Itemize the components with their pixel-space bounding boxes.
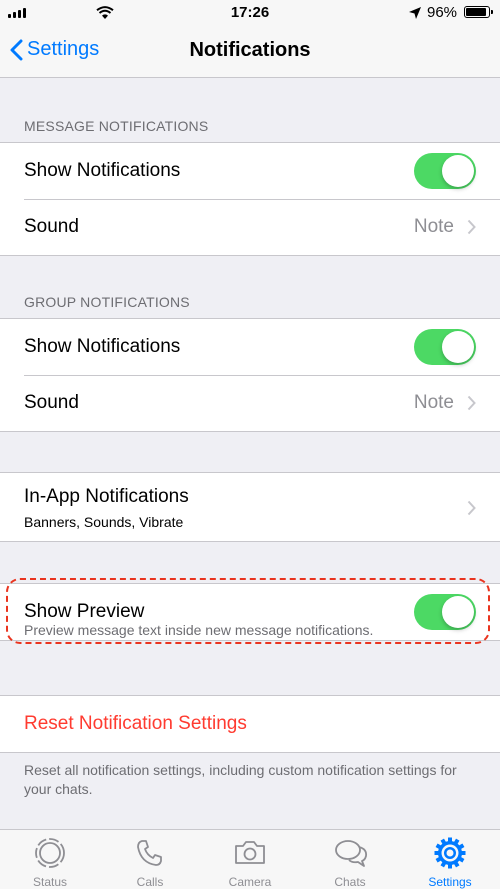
row-label: Sound — [24, 216, 79, 237]
row-subtitle: Banners, Sounds, Vibrate — [24, 514, 184, 530]
group-notifications-group: Show Notifications Sound Note — [0, 318, 500, 432]
phone-icon — [137, 840, 162, 866]
group-show-notifications-toggle[interactable] — [414, 329, 476, 365]
message-notifications-group: Show Notifications Sound Note — [0, 142, 500, 256]
message-show-notifications-row: Show Notifications — [0, 143, 500, 199]
in-app-notifications-row[interactable]: In-App Notifications Banners, Sounds, Vi… — [0, 473, 500, 541]
battery-percentage: 96% — [427, 4, 458, 21]
row-label: Sound — [24, 392, 79, 413]
gear-icon — [434, 837, 466, 869]
toggle-knob — [442, 155, 474, 187]
row-label: In-App Notifications — [24, 486, 189, 507]
section-header-message-notifications: MESSAGE NOTIFICATIONS — [24, 118, 209, 134]
reset-notification-settings-row[interactable]: Reset Notification Settings — [0, 696, 500, 752]
row-value: Note — [413, 392, 454, 413]
group-show-notifications-row: Show Notifications — [0, 319, 500, 375]
reset-group: Reset Notification Settings — [0, 695, 500, 753]
tab-label: Camera — [228, 875, 272, 889]
group-sound-row[interactable]: Sound Note — [0, 375, 500, 431]
clock: 17:26 — [230, 4, 270, 21]
tab-label: Settings — [428, 875, 472, 889]
camera-icon — [235, 841, 265, 864]
tab-calls[interactable]: Calls — [100, 830, 200, 889]
status-bar: 17:26 96% — [0, 0, 500, 26]
chevron-right-icon — [467, 395, 476, 411]
reset-notification-settings-button[interactable]: Reset Notification Settings — [24, 713, 247, 735]
tab-label: Status — [32, 875, 68, 889]
section-header-group-notifications: GROUP NOTIFICATIONS — [24, 294, 190, 310]
chevron-right-icon — [467, 500, 476, 516]
battery-icon — [464, 6, 493, 18]
row-label: Show Notifications — [24, 336, 181, 357]
tab-camera[interactable]: Camera — [200, 830, 300, 889]
reset-footer-text: Reset all notification settings, includi… — [24, 762, 457, 797]
annotation-highlight — [6, 578, 490, 644]
navigation-bar: Settings Notifications — [0, 26, 500, 78]
row-label: Show Notifications — [24, 160, 181, 181]
tab-label: Calls — [136, 875, 164, 889]
status-icon — [35, 838, 65, 868]
chevron-right-icon — [467, 219, 476, 235]
toggle-knob — [442, 331, 474, 363]
page-title: Notifications — [189, 39, 311, 61]
location-arrow-icon — [409, 7, 421, 19]
tab-label: Chats — [334, 875, 366, 889]
in-app-group: In-App Notifications Banners, Sounds, Vi… — [0, 472, 500, 542]
message-sound-row[interactable]: Sound Note — [0, 199, 500, 255]
tab-chats[interactable]: Chats — [300, 830, 400, 889]
tab-status[interactable]: Status — [0, 830, 100, 889]
tab-settings[interactable]: Settings — [400, 830, 500, 889]
row-value: Note — [413, 216, 454, 237]
message-show-notifications-toggle[interactable] — [414, 153, 476, 189]
tab-bar: Status Calls Camera Chats Settings — [0, 829, 500, 889]
chats-icon — [335, 840, 368, 867]
